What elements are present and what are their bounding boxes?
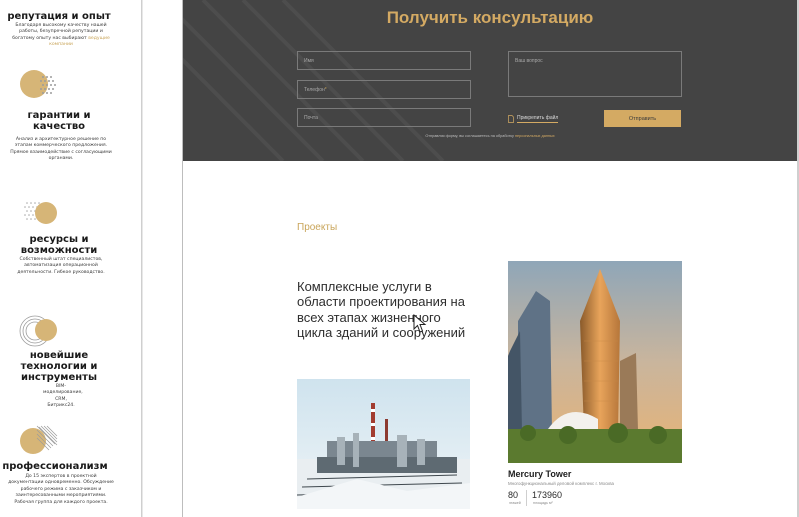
phone-field[interactable]: Телефон* [297, 80, 471, 99]
main-content: Получить консультацию Имя Телефон* Почта… [183, 0, 797, 517]
stat-divider [526, 490, 527, 506]
project-image-plant[interactable] [297, 379, 470, 509]
consultation-section: Получить консультацию Имя Телефон* Почта… [183, 0, 797, 161]
sidebar-item-desc: BIM-моделирование, CRM, Битрикс24. [8, 384, 114, 410]
name-field[interactable]: Имя [297, 51, 471, 70]
project-card-subtitle: Многофункциональный деловой комплекс г. … [508, 481, 614, 486]
file-icon [508, 115, 514, 123]
sidebar-item-desc: До 15 экспертов в проектной документации… [8, 474, 114, 505]
required-mark: * [324, 87, 327, 93]
project-image-mercury-tower[interactable] [508, 261, 682, 463]
message-placeholder: Ваш вопрос [515, 58, 543, 64]
sidebar-item-desc: Благодаря высокому качеству нашей работы… [8, 23, 114, 49]
projects-label: Проекты [297, 222, 338, 233]
sidebar-item-desc: Собственный штат специалистов, автоматиз… [17, 257, 105, 275]
project-card-title[interactable]: Mercury Tower [508, 469, 571, 479]
page-gutter [143, 0, 183, 517]
sidebar-item-title: ресурсы и возможности [0, 234, 118, 256]
attach-file-button[interactable]: Прикрепить файл [508, 115, 559, 123]
sidebar-item-title: репутация и опыт [7, 11, 111, 22]
consent-main: Отправляя форму, вы соглашаетесь на обра… [425, 134, 514, 138]
mouse-cursor-icon [413, 314, 427, 333]
attach-file-label: Прикрепить файл [517, 115, 559, 123]
sidebar-item-title-text: гарантии и качество [27, 110, 91, 132]
stat-floors-value: 80 [508, 490, 519, 500]
circle-stripes-icon [19, 315, 57, 347]
email-placeholder: Почта [304, 115, 318, 121]
consent-text: Отправляя форму, вы соглашаетесь на обра… [183, 134, 797, 138]
circle-dots-icon [20, 70, 56, 98]
send-button[interactable]: Отправить [604, 110, 681, 127]
message-field[interactable]: Ваш вопрос [508, 51, 682, 97]
phone-placeholder: Телефон [304, 87, 325, 93]
consent-link[interactable]: персональных данных [515, 134, 555, 138]
sidebar-item-desc: Анализ и архитектурное решение по этапам… [10, 137, 112, 162]
sidebar: репутация и опыт Благодаря высокому каче… [0, 0, 142, 517]
projects-heading: Комплексные услуги в области проектирова… [297, 279, 466, 340]
sidebar-item-title-text: ресурсы и возможности [20, 234, 98, 256]
name-placeholder: Имя [304, 58, 314, 64]
consultation-title: Получить консультацию [386, 8, 594, 27]
sidebar-item-title-text: новейшие технологии и инструменты [20, 350, 98, 383]
stat-floors-caption: этажей [509, 501, 521, 505]
sidebar-item-title: гарантии и качество [0, 110, 118, 132]
sidebar-item-desc-text: BIM-моделирование, CRM, Битрикс24. [43, 384, 83, 409]
stat-area-caption: площадь м² [533, 501, 553, 505]
stat-area-value: 173960 [532, 490, 563, 500]
sidebar-item-title: профессионализм [2, 461, 108, 472]
email-field[interactable]: Почта [297, 108, 471, 127]
circle-stripes-icon [20, 425, 58, 454]
circle-dots-icon [24, 202, 57, 224]
sidebar-item-title: новейшие технологии и инструменты [0, 350, 118, 383]
